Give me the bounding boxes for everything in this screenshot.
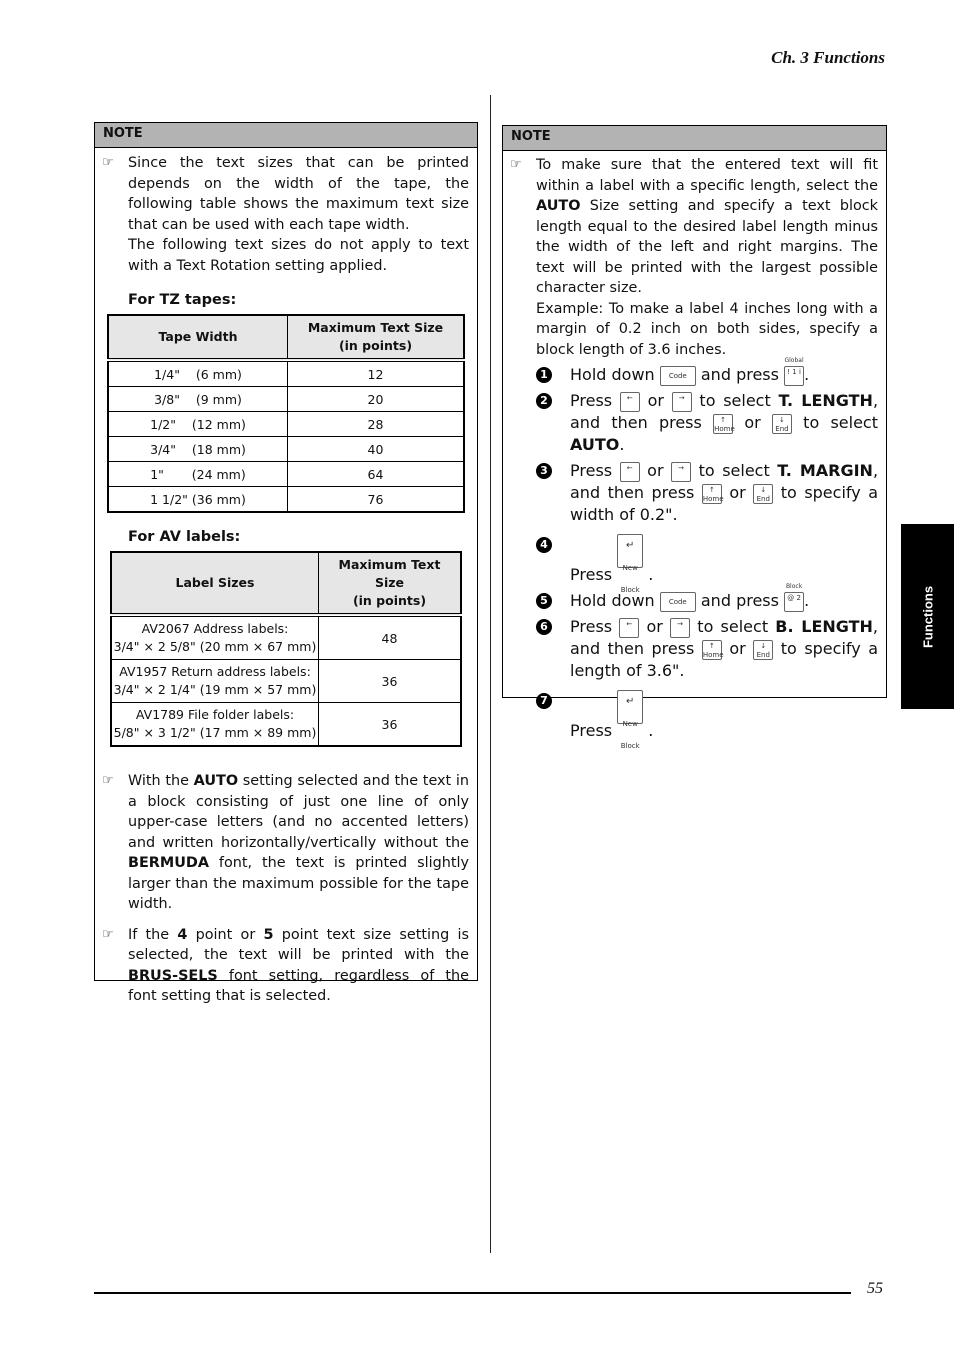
left-note-box: NOTE ☞ Since the text sizes that can be … xyxy=(94,122,478,1004)
cursor-right-key-icon: → xyxy=(671,391,692,412)
col-header: Tape Width xyxy=(107,314,288,362)
tape-width-cell: 3/8" (9 mm) xyxy=(107,386,288,412)
step-number: 7 xyxy=(536,693,552,709)
side-tab: Functions xyxy=(901,524,954,709)
new-block-key-icon: ↵ New Block xyxy=(617,690,644,750)
step-5: 5 Hold down Code and press Block @ 2. xyxy=(536,583,878,612)
end-key-icon: ↓ End xyxy=(753,639,774,660)
max-size-cell: 48 xyxy=(318,614,462,660)
table-row: 1 1/2" (36 mm) 76 xyxy=(107,486,465,513)
new-block-key-icon: ↵ New Block xyxy=(617,534,644,594)
home-key-icon: ↑ Home xyxy=(701,483,724,504)
label-dimensions: 3/4" × 2 1/4" (19 mm × 57 mm) xyxy=(113,682,317,697)
step-number: 5 xyxy=(536,593,552,609)
home-key-icon: ↑ Home xyxy=(713,413,735,434)
chapter-title: Ch. 3 Functions xyxy=(771,48,885,67)
label-name: AV1789 File folder labels: xyxy=(135,707,295,722)
table-row: AV1957 Return address labels: 3/4" × 2 1/… xyxy=(110,659,462,703)
av-table: Label Sizes Maximum Text Size (in points… xyxy=(110,551,462,747)
cursor-left-key-icon: ← xyxy=(619,617,640,638)
col-header: Maximum Text Size (in points) xyxy=(287,314,465,362)
cursor-left-key-icon: ← xyxy=(619,461,640,482)
label-dimensions: 5/8" × 3 1/2" (17 mm × 89 mm) xyxy=(113,725,317,740)
av-heading: For AV labels: xyxy=(128,529,241,545)
tz-table: Tape Width Maximum Text Size (in points)… xyxy=(107,314,465,513)
table-row: 1/2" (12 mm) 28 xyxy=(107,411,465,437)
note-item-auto: ☞ With the AUTO setting selected and the… xyxy=(102,773,469,912)
note-paragraph: Since the text sizes that can be printed… xyxy=(128,155,469,233)
pointing-hand-icon: ☞ xyxy=(510,157,522,172)
note-title: NOTE xyxy=(503,126,886,151)
table-row: 3/8" (9 mm) 20 xyxy=(107,386,465,412)
tz-heading: For TZ tapes: xyxy=(128,292,237,308)
page-number: 55 xyxy=(867,1280,883,1297)
label-name: AV2067 Address labels: xyxy=(141,621,289,636)
tape-width-cell: 1 1/2" (36 mm) xyxy=(107,486,288,513)
step-number: 1 xyxy=(536,367,552,383)
step-list: 1 Hold down Code and press Global! 1 i. 2P… xyxy=(536,357,878,750)
tape-width-cell: 1" (24 mm) xyxy=(107,461,288,487)
max-size-cell: 36 xyxy=(318,702,462,747)
tape-width-cell: 1/2" (12 mm) xyxy=(107,411,288,437)
max-size-cell: 36 xyxy=(318,659,462,703)
table-row: AV2067 Address labels: 3/4" × 2 5/8" (20 … xyxy=(110,614,462,660)
note-paragraph: The following text sizes do not apply to… xyxy=(128,237,469,274)
example-paragraph: Example: To make a label 4 inches long w… xyxy=(536,300,878,358)
label-name: AV1957 Return address labels: xyxy=(119,664,311,679)
column-divider xyxy=(490,95,491,1253)
step-7: 7 Press ↵ New Block . xyxy=(536,690,878,750)
step-6: 6 Press ← or → to select B. LENGTH, and t… xyxy=(536,616,878,682)
max-size-cell: 64 xyxy=(287,461,465,487)
label-size-cell: AV2067 Address labels: 3/4" × 2 5/8" (20 … xyxy=(110,614,319,660)
table-row: 3/4" (18 mm) 40 xyxy=(107,436,465,462)
label-dimensions: 3/4" × 2 5/8" (20 mm × 67 mm) xyxy=(113,639,317,654)
max-size-cell: 12 xyxy=(287,359,465,387)
home-key-icon: ↑ Home xyxy=(701,639,724,660)
step-number: 4 xyxy=(536,537,552,553)
note-title: NOTE xyxy=(95,123,477,148)
right-note-box: NOTE ☞ To make sure that the entered tex… xyxy=(502,125,887,750)
note-item-brussels: ☞ If the 4 point or 5 point text size se… xyxy=(102,926,469,1005)
code-key-icon: Code xyxy=(659,365,696,386)
pointing-hand-icon: ☞ xyxy=(102,773,114,788)
note-item-auto-size: ☞ To make sure that the entered text wil… xyxy=(503,155,878,360)
cursor-left-key-icon: ← xyxy=(619,391,640,412)
pointing-hand-icon: ☞ xyxy=(102,926,114,942)
step-number: 3 xyxy=(536,463,552,479)
step-3: 3 Press ← or → to select T. MARGIN, and t… xyxy=(536,460,878,526)
max-size-cell: 76 xyxy=(287,486,465,513)
end-key-icon: ↓ End xyxy=(753,483,774,504)
max-size-cell: 28 xyxy=(287,411,465,437)
global-key-icon: Global! 1 i xyxy=(784,357,805,386)
tape-width-cell: 3/4" (18 mm) xyxy=(107,436,288,462)
step-2: 2 Press ← or → to select T. LENGTH, and t… xyxy=(536,390,878,456)
table-row: AV1789 File folder labels: 5/8" × 3 1/2" … xyxy=(110,702,462,747)
tape-width-cell: 1/4" (6 mm) xyxy=(107,359,288,387)
step-1: 1 Hold down Code and press Global! 1 i. xyxy=(536,357,878,386)
note-item-tape-sizes: ☞ Since the text sizes that can be print… xyxy=(95,153,469,276)
step-number: 2 xyxy=(536,393,552,409)
side-tab-label: Functions xyxy=(920,585,935,648)
col-header: Maximum Text Size (in points) xyxy=(318,551,462,617)
footer-rule xyxy=(94,1292,851,1294)
cursor-right-key-icon: → xyxy=(671,461,692,482)
step-4: 4 Press ↵ New Block . xyxy=(536,534,878,594)
end-key-icon: ↓ End xyxy=(771,413,792,434)
max-size-cell: 40 xyxy=(287,436,465,462)
table-row: 1" (24 mm) 64 xyxy=(107,461,465,487)
code-key-icon: Code xyxy=(659,591,696,612)
label-size-cell: AV1957 Return address labels: 3/4" × 2 1/… xyxy=(110,659,319,703)
step-number: 6 xyxy=(536,619,552,635)
max-size-cell: 20 xyxy=(287,386,465,412)
col-header: Label Sizes xyxy=(110,551,319,617)
block-key-icon: Block @ 2 xyxy=(784,583,805,612)
pointing-hand-icon: ☞ xyxy=(102,155,114,170)
label-size-cell: AV1789 File folder labels: 5/8" × 3 1/2" … xyxy=(110,702,319,747)
cursor-right-key-icon: → xyxy=(670,617,691,638)
table-row: 1/4" (6 mm) 12 xyxy=(107,359,465,387)
